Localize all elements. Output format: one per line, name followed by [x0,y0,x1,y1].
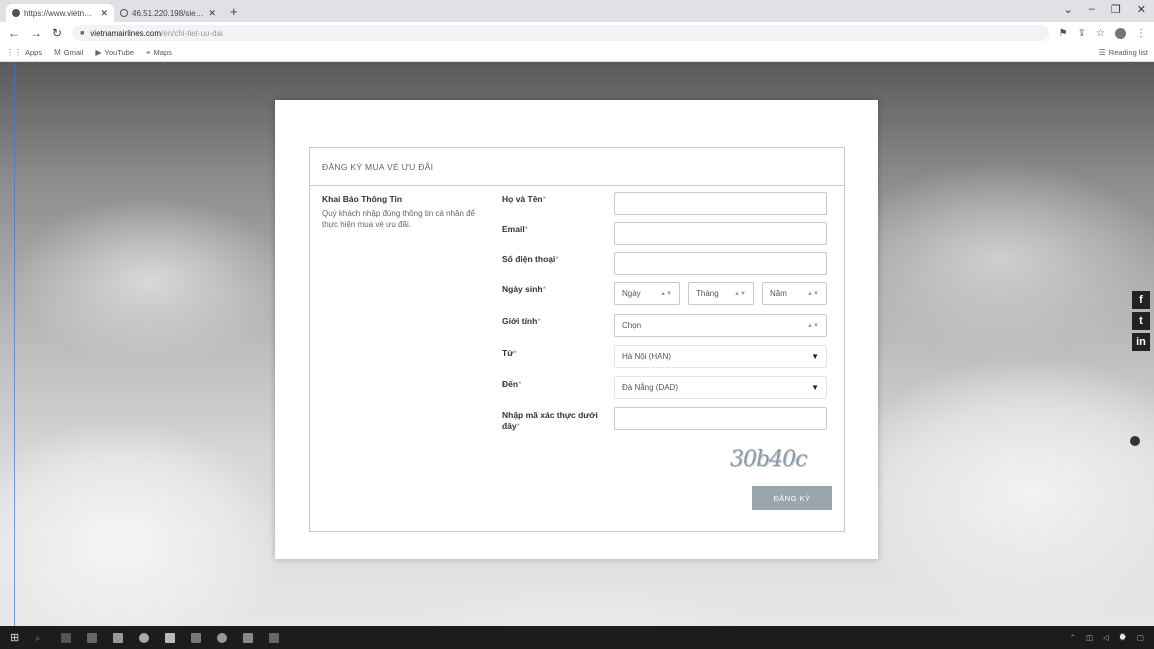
info-description: Quý khách nhập đúng thông tin cá nhân để… [322,209,476,229]
from-label: Từ* [502,348,517,358]
to-select[interactable]: Đà Nẵng (DAD) ▼ [614,376,827,399]
updown-arrows-icon: ▲▼ [807,290,819,297]
close-window-icon[interactable]: ✕ [1137,3,1146,16]
excel-icon[interactable] [243,632,254,643]
dob-year-select[interactable]: Năm ▲▼ [762,282,827,305]
registration-panel: ĐĂNG KÝ MUA VÉ ƯU ĐÃI Khai Báo Thông Tin… [309,147,845,532]
viewport-edge [14,62,15,626]
browser-tab-vietnamairlines[interactable]: https://www.vietnamairlines.com ✕ [6,4,114,22]
updown-arrows-icon: ▲▼ [807,322,819,329]
menu-kebab-icon[interactable]: ⋮ [1136,28,1146,39]
url-path: /en/chi-tiet-uu-dai [161,28,223,38]
dob-label: Ngày sinh* [502,284,546,294]
youtube-icon: ▶ [95,48,102,57]
linkedin-icon[interactable]: in [1132,333,1150,351]
profile-avatar-icon[interactable] [1115,27,1126,39]
powerpoint-icon[interactable] [269,632,280,643]
close-tab-icon[interactable]: ✕ [100,8,108,19]
name-label: Họ và Tên* [502,194,546,204]
gmail-icon: M [54,48,61,57]
apps-grid-icon: ⋮⋮ [6,48,22,57]
to-label: Đến* [502,379,522,389]
captcha-input[interactable] [614,407,827,430]
back-arrow-icon[interactable]: ← [8,26,20,40]
phone-label: Số điện thoại* [502,254,559,264]
tab-title: 46.51.220.198/sieuve/theSApi [132,8,205,18]
caret-down-icon: ▼ [811,383,819,392]
os-taskbar: ⊞ ⌕ ⌃ ◫ ◁ ⌚ ▢ [0,626,1154,649]
dob-day-select[interactable]: Ngày ▲▼ [614,282,680,305]
updown-arrows-icon: ▲▼ [734,290,746,297]
url-host: vietnamairlines.com [90,28,161,38]
reload-icon[interactable]: ↻ [52,26,62,40]
maximize-icon[interactable]: ❐ [1111,3,1121,16]
system-tray: ⌃ ◫ ◁ ⌚ ▢ [1070,633,1144,642]
browser-icon[interactable] [217,632,228,643]
reading-list-icon: ☰ [1098,48,1106,57]
lock-icon: ■ [80,29,85,37]
twitter-icon[interactable]: t [1132,312,1150,330]
search-icon[interactable]: ⌕ [35,633,45,643]
reading-list-button[interactable]: ☰ Reading list [1099,48,1148,57]
bookmarks-bar: ⋮⋮ Apps M Gmail ▶ YouTube ⌖ Maps ☰ Reading li… [0,44,1154,62]
phone-input[interactable] [614,252,827,275]
caret-down-icon: ▼ [811,352,819,361]
tray-arrow-icon[interactable]: ⌃ [1070,633,1076,642]
tab-title: https://www.vietnamairlines.com [24,8,96,18]
close-tab-icon[interactable]: ✕ [208,8,216,19]
register-button[interactable]: ĐĂNG KÝ [752,486,832,510]
tab-search-icon[interactable]: ⌄ [1064,3,1073,16]
bookmark-maps[interactable]: ⌖ Maps [146,48,172,58]
browser-tab-sieuve[interactable]: 46.51.220.198/sieuve/theSApi ✕ [114,4,222,22]
new-tab-button[interactable]: + [222,4,246,22]
from-select[interactable]: Hà Nội (HAN) ▼ [614,345,827,368]
volume-icon[interactable]: ◁ [1103,633,1109,642]
share-icon[interactable]: ⇪ [1078,28,1086,39]
dob-month-select[interactable]: Tháng ▲▼ [688,282,754,305]
bookmark-star-icon[interactable]: ☆ [1096,28,1105,39]
page-icon [120,9,128,17]
network-icon[interactable]: ◫ [1086,633,1093,642]
window-controls: ⌄ – ❐ ✕ [1064,3,1146,16]
windows-start-icon[interactable]: ⊞ [10,631,19,644]
gender-label: Giới tính* [502,316,541,326]
email-input[interactable] [614,222,827,245]
page-background: ĐĂNG KÝ MUA VÉ ƯU ĐÃI Khai Báo Thông Tin… [0,62,1154,626]
translate-icon[interactable]: ⚑ [1059,28,1068,39]
bookmark-apps[interactable]: ⋮⋮ Apps [6,48,42,57]
minimize-icon[interactable]: – [1089,3,1095,16]
captcha-image: 30b40c [730,447,807,472]
email-label: Email* [502,224,528,234]
file-explorer-icon[interactable] [113,632,124,643]
notifications-icon[interactable]: ▢ [1137,633,1144,642]
browser-tab-bar: https://www.vietnamairlines.com ✕ 46.51.… [0,0,1154,22]
edge-icon[interactable] [87,632,98,643]
globe-icon [12,9,20,17]
address-toolbar: ← → ↻ ■ vietnamairlines.com/en/chi-tiet-… [0,22,1154,44]
task-view-icon[interactable] [61,632,72,643]
chat-bubble-icon[interactable] [1130,436,1140,446]
divider [310,185,844,186]
store-icon[interactable] [165,632,176,643]
bookmark-youtube[interactable]: ▶ YouTube [95,48,134,57]
form-title: ĐĂNG KÝ MUA VÉ ƯU ĐÃI [322,162,434,172]
bookmark-gmail[interactable]: M Gmail [54,48,83,57]
word-icon[interactable] [191,632,202,643]
captcha-label: Nhập mã xác thực dưới đây* [502,410,598,431]
maps-icon: ⌖ [146,47,151,57]
chrome-icon[interactable] [139,632,150,643]
name-input[interactable] [614,192,827,215]
info-heading: Khai Báo Thông Tin [322,194,403,204]
facebook-icon[interactable]: f [1132,291,1150,309]
gender-select[interactable]: Chọn ▲▼ [614,314,827,337]
updown-arrows-icon: ▲▼ [660,290,672,297]
forward-arrow-icon[interactable]: → [30,26,42,40]
url-bar[interactable]: ■ vietnamairlines.com/en/chi-tiet-uu-dai [72,25,1049,41]
clock[interactable]: ⌚ [1119,633,1127,642]
registration-modal: ĐĂNG KÝ MUA VÉ ƯU ĐÃI Khai Báo Thông Tin… [275,100,878,559]
